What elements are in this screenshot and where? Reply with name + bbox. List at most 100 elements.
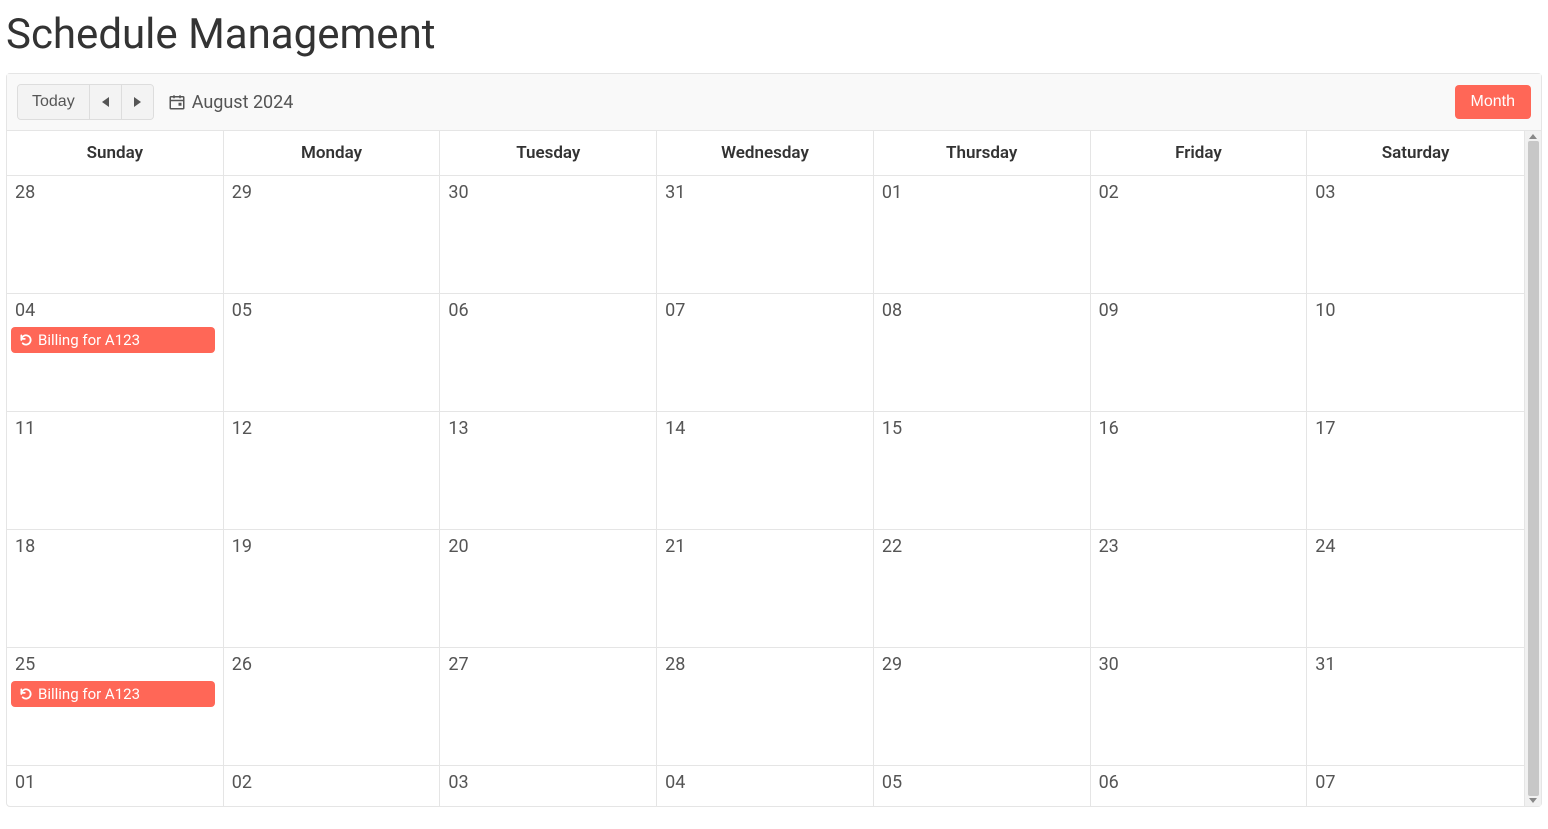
prev-button[interactable] [90, 85, 122, 119]
day-cell[interactable]: 10 [1307, 294, 1524, 411]
day-cell[interactable]: 18 [7, 530, 224, 647]
day-number: 25 [15, 654, 215, 675]
day-cell[interactable]: 08 [874, 294, 1091, 411]
day-cell[interactable]: 05 [224, 294, 441, 411]
day-number: 03 [1315, 182, 1516, 203]
day-number: 19 [232, 536, 432, 557]
day-number: 14 [665, 418, 865, 439]
day-cell[interactable]: 26 [224, 648, 441, 765]
day-cell[interactable]: 01 [874, 176, 1091, 293]
day-number: 31 [665, 182, 865, 203]
week-row: 01 02 03 04 05 06 07 [7, 766, 1524, 806]
day-cell[interactable]: 06 [1091, 766, 1308, 806]
day-cell[interactable]: 24 [1307, 530, 1524, 647]
day-number: 05 [232, 300, 432, 321]
day-cell[interactable]: 03 [1307, 176, 1524, 293]
day-number: 02 [1099, 182, 1299, 203]
day-cell[interactable]: 02 [1091, 176, 1308, 293]
day-cell[interactable]: 28 [657, 648, 874, 765]
day-number: 22 [882, 536, 1082, 557]
day-cell[interactable]: 29 [224, 176, 441, 293]
calendar-event[interactable]: Billing for A123 [11, 681, 215, 707]
day-cell[interactable]: 29 [874, 648, 1091, 765]
day-cell[interactable]: 30 [1091, 648, 1308, 765]
day-number: 04 [665, 772, 865, 793]
day-number: 01 [15, 772, 215, 793]
event-title: Billing for A123 [38, 331, 140, 349]
day-cell[interactable]: 17 [1307, 412, 1524, 529]
day-number: 16 [1099, 418, 1299, 439]
nav-button-group: Today [17, 84, 154, 120]
month-view-button[interactable]: Month [1455, 85, 1531, 119]
day-cell[interactable]: 01 [7, 766, 224, 806]
day-cell[interactable]: 23 [1091, 530, 1308, 647]
calendar-toolbar: Today [7, 74, 1541, 131]
day-cell[interactable]: 30 [440, 176, 657, 293]
day-cell[interactable]: 12 [224, 412, 441, 529]
day-cell[interactable]: 27 [440, 648, 657, 765]
day-cell[interactable]: 16 [1091, 412, 1308, 529]
page-title: Schedule Management [6, 10, 1542, 59]
day-cell[interactable]: 28 [7, 176, 224, 293]
day-number: 10 [1315, 300, 1516, 321]
day-cell[interactable]: 07 [1307, 766, 1524, 806]
day-number: 24 [1315, 536, 1516, 557]
weekday-header: Sunday [7, 131, 224, 175]
day-cell[interactable]: 05 [874, 766, 1091, 806]
day-number: 30 [448, 182, 648, 203]
day-cell[interactable]: 04 [657, 766, 874, 806]
event-title: Billing for A123 [38, 685, 140, 703]
day-number: 02 [232, 772, 432, 793]
day-cell[interactable]: 11 [7, 412, 224, 529]
week-row: 11 12 13 14 15 16 17 [7, 412, 1524, 530]
day-cell[interactable]: 07 [657, 294, 874, 411]
day-cell[interactable]: 31 [657, 176, 874, 293]
day-cell[interactable]: 19 [224, 530, 441, 647]
day-cell[interactable]: 20 [440, 530, 657, 647]
repeat-icon [19, 333, 33, 347]
day-cell[interactable]: 21 [657, 530, 874, 647]
day-number: 28 [15, 182, 215, 203]
day-cell[interactable]: 02 [224, 766, 441, 806]
day-cell[interactable]: 22 [874, 530, 1091, 647]
day-cell[interactable]: 09 [1091, 294, 1308, 411]
day-number: 20 [448, 536, 648, 557]
weekday-header: Saturday [1307, 131, 1524, 175]
day-cell[interactable]: 04Billing for A123 [7, 294, 224, 411]
day-number: 03 [448, 772, 648, 793]
day-cell[interactable]: 14 [657, 412, 874, 529]
day-cell[interactable]: 06 [440, 294, 657, 411]
day-number: 09 [1099, 300, 1299, 321]
weekday-header: Wednesday [657, 131, 874, 175]
day-number: 07 [1315, 772, 1516, 793]
day-number: 28 [665, 654, 865, 675]
day-number: 29 [232, 182, 432, 203]
repeat-icon [19, 687, 33, 701]
scrollbar-thumb[interactable] [1528, 141, 1539, 796]
weekday-header: Tuesday [440, 131, 657, 175]
calendar: Today [6, 73, 1542, 807]
day-cell[interactable]: 25 Billing for A123 [7, 648, 224, 765]
scroll-up-icon [1529, 134, 1537, 139]
weekday-header: Thursday [874, 131, 1091, 175]
today-button[interactable]: Today [18, 85, 90, 119]
day-cell[interactable]: 15 [874, 412, 1091, 529]
weekday-header: Monday [224, 131, 441, 175]
day-number: 30 [1099, 654, 1299, 675]
calendar-event[interactable]: Billing for A123 [11, 327, 215, 353]
day-number: 12 [232, 418, 432, 439]
next-button[interactable] [122, 85, 153, 119]
day-number: 11 [15, 418, 215, 439]
day-number: 06 [1099, 772, 1299, 793]
weekday-header-row: Sunday Monday Tuesday Wednesday Thursday… [7, 131, 1524, 176]
week-row: 28 29 30 31 01 02 03 [7, 176, 1524, 294]
day-number: 05 [882, 772, 1082, 793]
month-text: August 2024 [192, 92, 294, 113]
vertical-scrollbar[interactable] [1524, 131, 1541, 806]
day-cell[interactable]: 31 [1307, 648, 1524, 765]
day-cell[interactable]: 03 [440, 766, 657, 806]
day-number: 06 [448, 300, 648, 321]
day-number: 26 [232, 654, 432, 675]
day-cell[interactable]: 13 [440, 412, 657, 529]
day-number: 13 [448, 418, 648, 439]
